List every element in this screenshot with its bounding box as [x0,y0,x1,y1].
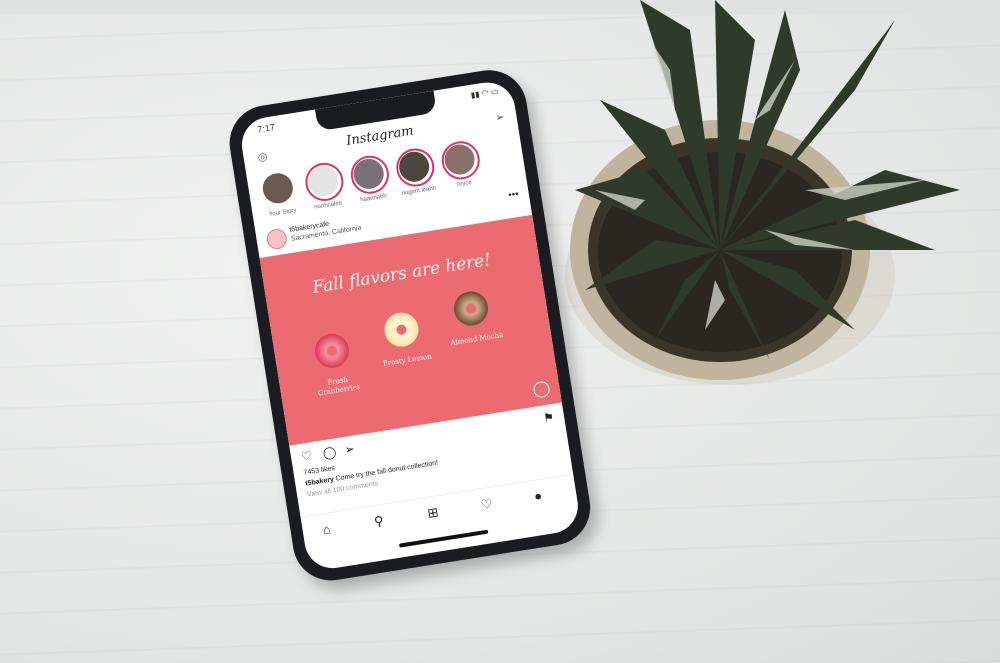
heart-icon[interactable]: ♡ [300,448,313,464]
avatar [396,149,432,184]
story-item[interactable]: northcaleb [300,160,351,212]
home-icon[interactable]: ⌂ [322,521,332,537]
more-icon[interactable]: ••• [507,189,519,202]
share-icon[interactable]: ➢ [344,442,356,457]
send-icon[interactable]: ➢ [494,110,505,124]
post-headline: Fall flavors are here! [311,249,493,298]
avatar [260,171,295,206]
story-item[interactable]: bryce [436,138,487,190]
flavor-label: Almond Mocha [449,330,504,348]
donut-image [451,289,491,328]
avatar [442,142,477,177]
avatar [306,163,341,199]
story-label: haannahh [359,193,388,204]
donut-image [312,331,352,371]
likes-count[interactable]: 7453 likes [303,465,335,477]
flavor-label: Frosty Lemon [382,352,433,368]
story-label: northcaleb [313,200,343,211]
potted-plant [565,0,960,385]
status-time: 7:17 [256,122,276,135]
avatar [351,156,386,192]
profile-icon[interactable]: ● [533,488,543,504]
bakery-logo [532,380,551,399]
add-icon[interactable]: ⊞ [426,504,439,522]
comment-icon[interactable]: ◯ [322,444,337,460]
story-item[interactable]: nugent.leahh [391,145,442,197]
signal-battery-icon: ▮▮ ◠ ▭ [470,86,500,100]
story-item[interactable]: haannahh [345,152,396,205]
flavor-label: Fresh Cranberries [317,375,361,398]
story-label: Your Story [268,207,297,218]
bookmark-icon[interactable]: ⚑ [542,410,555,426]
caption-text: Come try the fall donut collection! [335,459,439,483]
story-item[interactable]: Your Story [254,167,305,219]
caption-username[interactable]: t5bakery [305,476,335,487]
post-image[interactable]: Fall flavors are here! Fresh Cranberries… [259,214,562,446]
story-label: bryce [456,179,473,189]
post-avatar[interactable] [265,227,289,251]
activity-icon[interactable]: ♡ [480,496,494,514]
search-icon[interactable]: ⚲ [373,513,385,530]
phone-screen: 7:17 ▮▮ ◠ ▭ ◎ Instagram ➢ Your Story nor… [237,78,582,573]
donut-image [382,310,421,350]
story-label: nugent.leahh [401,185,437,197]
